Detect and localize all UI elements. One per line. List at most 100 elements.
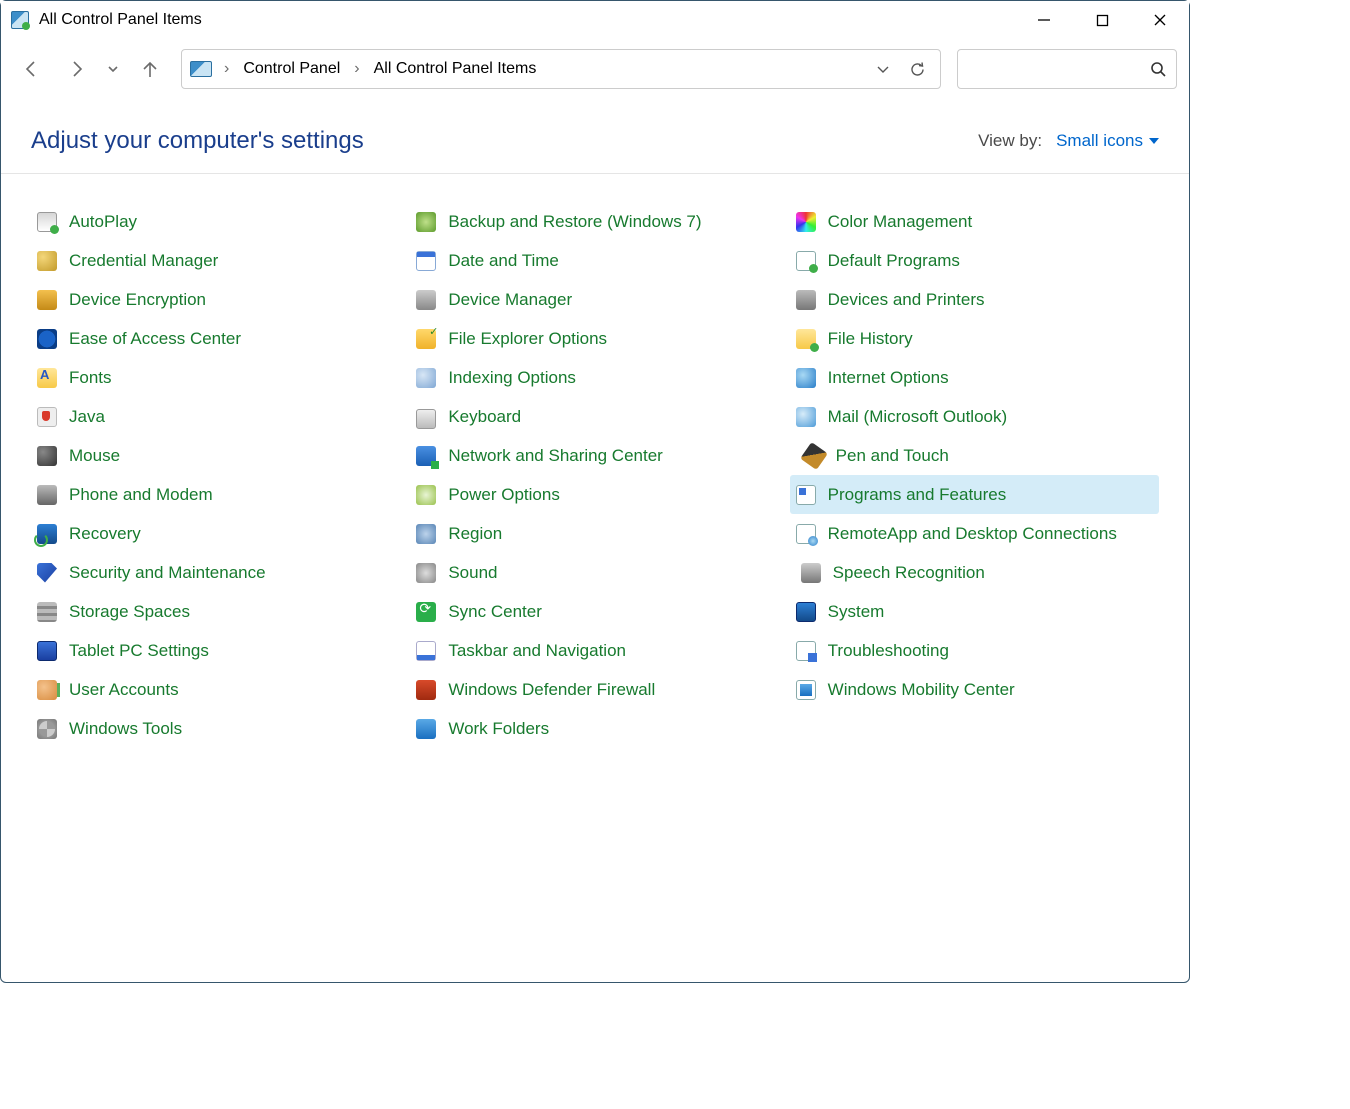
search-icon (1150, 61, 1166, 77)
control-panel-item[interactable]: Programs and Features (790, 475, 1159, 514)
view-by-label: View by: (978, 131, 1042, 151)
page-heading: Adjust your computer's settings (31, 127, 364, 155)
item-label: Indexing Options (448, 368, 576, 388)
item-label: Speech Recognition (833, 563, 985, 583)
control-panel-item[interactable]: Color Management (790, 202, 1159, 241)
search-box[interactable] (957, 49, 1177, 89)
system-icon (796, 602, 816, 622)
breadcrumb-sep-icon: › (348, 60, 365, 78)
forward-button[interactable] (57, 50, 95, 88)
control-panel-item[interactable]: Security and Maintenance (31, 553, 400, 592)
taskbar-icon (416, 641, 436, 661)
control-panel-item[interactable]: Java (31, 397, 400, 436)
mobility-icon (796, 680, 816, 700)
item-label: Sound (448, 563, 497, 583)
address-bar-icon (190, 61, 212, 77)
control-panel-item[interactable]: File History (790, 319, 1159, 358)
control-panel-item[interactable]: Power Options (410, 475, 779, 514)
recent-locations-button[interactable] (101, 50, 125, 88)
control-panel-item[interactable]: Sync Center (410, 592, 779, 631)
item-label: Pen and Touch (836, 446, 949, 466)
backup-icon (416, 212, 436, 232)
item-label: Power Options (448, 485, 560, 505)
control-panel-item[interactable]: User Accounts (31, 670, 400, 709)
item-label: Mouse (69, 446, 120, 466)
back-button[interactable] (13, 50, 51, 88)
fileexp-icon (416, 329, 436, 349)
item-label: Mail (Microsoft Outlook) (828, 407, 1007, 427)
filehist-icon (796, 329, 816, 349)
breadcrumb-current[interactable]: All Control Panel Items (370, 58, 541, 80)
trouble-icon (796, 641, 816, 661)
date-icon (416, 251, 436, 271)
refresh-button[interactable] (902, 61, 932, 78)
control-panel-item[interactable]: AutoPlay (31, 202, 400, 241)
control-panel-item[interactable]: Speech Recognition (790, 553, 1159, 592)
control-panel-item[interactable]: Phone and Modem (31, 475, 400, 514)
control-panel-item[interactable]: Storage Spaces (31, 592, 400, 631)
fonts-icon (37, 368, 57, 388)
security-icon (37, 563, 57, 583)
pen-icon (800, 442, 828, 470)
control-panel-item[interactable]: Tablet PC Settings (31, 631, 400, 670)
control-panel-item[interactable]: Mouse (31, 436, 400, 475)
view-by-dropdown[interactable]: Small icons (1056, 131, 1159, 151)
control-panel-item[interactable]: Recovery (31, 514, 400, 553)
programs-icon (796, 485, 816, 505)
control-panel-item[interactable]: Network and Sharing Center (410, 436, 779, 475)
control-panel-item[interactable]: Taskbar and Navigation (410, 631, 779, 670)
minimize-button[interactable] (1015, 1, 1073, 39)
control-panel-item[interactable]: Troubleshooting (790, 631, 1159, 670)
item-label: Device Manager (448, 290, 572, 310)
breadcrumb-root[interactable]: Control Panel (239, 58, 344, 80)
control-panel-item[interactable]: Windows Defender Firewall (410, 670, 779, 709)
item-label: File History (828, 329, 913, 349)
control-panel-item[interactable]: Region (410, 514, 779, 553)
item-label: Devices and Printers (828, 290, 985, 310)
up-button[interactable] (131, 50, 169, 88)
item-label: Region (448, 524, 502, 544)
control-panel-item[interactable]: Date and Time (410, 241, 779, 280)
mail-icon (796, 407, 816, 427)
control-panel-item[interactable]: Indexing Options (410, 358, 779, 397)
item-label: Windows Defender Firewall (448, 680, 655, 700)
control-panel-item[interactable]: Default Programs (790, 241, 1159, 280)
control-panel-item[interactable]: Work Folders (410, 709, 779, 748)
recovery-icon (37, 524, 57, 544)
sound-icon (416, 563, 436, 583)
control-panel-item[interactable]: System (790, 592, 1159, 631)
control-panel-item[interactable]: Fonts (31, 358, 400, 397)
close-button[interactable] (1131, 1, 1189, 39)
window-title: All Control Panel Items (39, 11, 202, 29)
control-panel-item[interactable]: Ease of Access Center (31, 319, 400, 358)
control-panel-item[interactable]: Mail (Microsoft Outlook) (790, 397, 1159, 436)
control-panel-item[interactable]: Device Encryption (31, 280, 400, 319)
control-panel-item[interactable]: Credential Manager (31, 241, 400, 280)
item-label: Date and Time (448, 251, 559, 271)
control-panel-item[interactable]: File Explorer Options (410, 319, 779, 358)
control-panel-item[interactable]: Windows Tools (31, 709, 400, 748)
control-panel-item[interactable]: Internet Options (790, 358, 1159, 397)
address-bar[interactable]: › Control Panel › All Control Panel Item… (181, 49, 941, 89)
control-panel-item[interactable]: Sound (410, 553, 779, 592)
item-label: System (828, 602, 885, 622)
control-panel-item[interactable]: Device Manager (410, 280, 779, 319)
item-label: Default Programs (828, 251, 960, 271)
item-label: User Accounts (69, 680, 179, 700)
item-label: Windows Mobility Center (828, 680, 1015, 700)
control-panel-item[interactable]: RemoteApp and Desktop Connections (790, 514, 1159, 553)
address-history-button[interactable] (868, 61, 898, 77)
control-panel-item[interactable]: Backup and Restore (Windows 7) (410, 202, 779, 241)
tablet-icon (37, 641, 57, 661)
keyboard-icon (416, 409, 436, 429)
control-panel-item[interactable]: Pen and Touch (790, 436, 1159, 475)
control-panel-item[interactable]: Devices and Printers (790, 280, 1159, 319)
work-icon (416, 719, 436, 739)
item-label: Color Management (828, 212, 973, 232)
remote-icon (796, 524, 816, 544)
maximize-button[interactable] (1073, 1, 1131, 39)
mouse-icon (37, 446, 57, 466)
item-label: Device Encryption (69, 290, 206, 310)
control-panel-item[interactable]: Keyboard (410, 397, 779, 436)
control-panel-item[interactable]: Windows Mobility Center (790, 670, 1159, 709)
